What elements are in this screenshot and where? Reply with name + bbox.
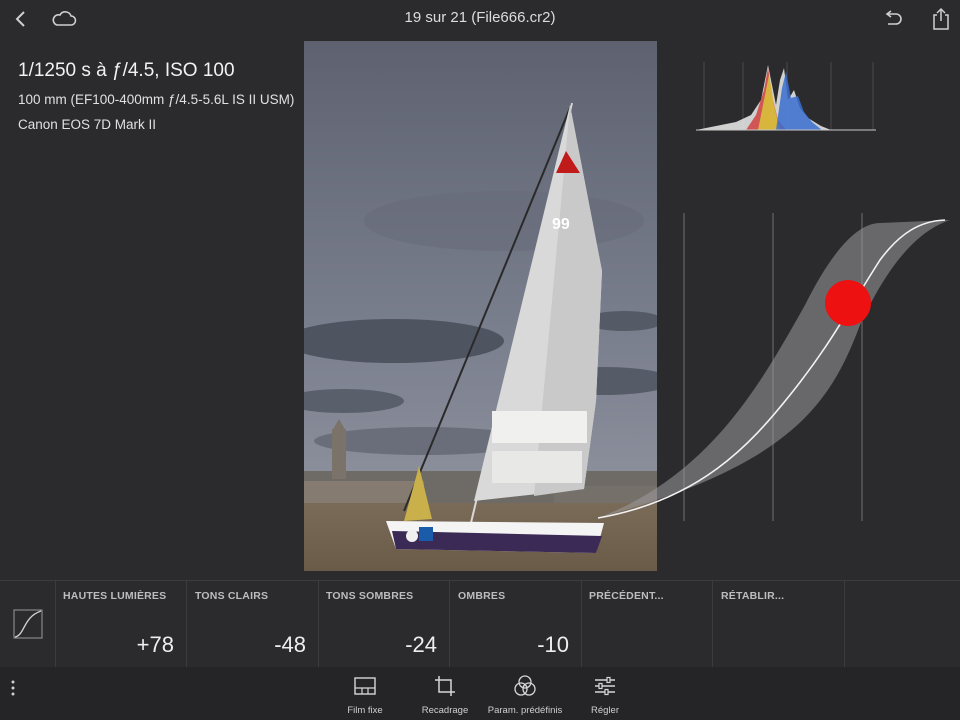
shadows-value: -10 [537,632,569,657]
presets-icon [482,673,568,699]
presets-button[interactable]: Param. prédéfinis [482,673,568,717]
lights-slider[interactable]: TONS CLAIRS -48 [187,581,319,667]
filmstrip-icon [322,673,408,699]
highlights-label: HAUTES LUMIÈRES [63,590,167,602]
shadows-label: OMBRES [458,590,506,602]
crop-button[interactable]: Recadrage [402,673,488,717]
adjust-label: Régler [591,705,619,716]
crop-icon [402,673,488,699]
presets-label: Param. prédéfinis [487,705,563,716]
svg-text:99: 99 [552,216,570,233]
darks-label: TONS SOMBRES [326,590,414,602]
curve-adjustments-bar: HAUTES LUMIÈRES +78 TONS CLAIRS -48 TONS… [0,580,960,668]
lens-info: 100 mm (EF100-400mm ƒ/4.5-5.6L IS II USM… [18,92,295,107]
highlights-slider[interactable]: HAUTES LUMIÈRES +78 [55,581,187,667]
share-icon[interactable] [928,6,954,32]
tone-curve-icon [13,609,42,639]
previous-button[interactable]: PRÉCÉDENT... [581,581,713,667]
curve-point-handle[interactable] [825,280,871,326]
bottom-toolbar: Film fixe Recadrage Param. prédéfinis Ré… [0,667,960,720]
darks-slider[interactable]: TONS SOMBRES -24 [318,581,450,667]
adjust-button[interactable]: Régler [562,673,648,717]
camera-info: Canon EOS 7D Mark II [18,117,157,132]
photo-preview[interactable]: 99 [304,41,657,571]
highlights-value: +78 [136,632,174,657]
shadows-slider[interactable]: OMBRES -10 [450,581,582,667]
histogram [696,60,876,132]
page-title: 19 sur 21 (File666.cr2) [404,9,556,26]
filmstrip-label: Film fixe [347,705,383,716]
exposure-info: 1/1250 s à ƒ/4.5, ISO 100 [18,60,235,81]
reset-button[interactable]: RÉTABLIR... [713,581,845,667]
filmstrip-button[interactable]: Film fixe [322,673,408,717]
reset-label: RÉTABLIR... [721,590,785,602]
more-options-icon[interactable] [6,677,20,699]
sliders-icon [562,673,648,699]
lights-value: -48 [274,632,306,657]
crop-label: Recadrage [421,705,469,716]
top-bar: 19 sur 21 (File666.cr2) [0,0,960,38]
previous-label: PRÉCÉDENT... [589,590,664,602]
undo-icon[interactable] [880,6,906,32]
darks-value: -24 [405,632,437,657]
photo-info: 1/1250 s à ƒ/4.5, ISO 100 100 mm (EF100-… [18,60,294,132]
lights-label: TONS CLAIRS [195,590,269,602]
curve-mode-button[interactable] [0,581,56,667]
